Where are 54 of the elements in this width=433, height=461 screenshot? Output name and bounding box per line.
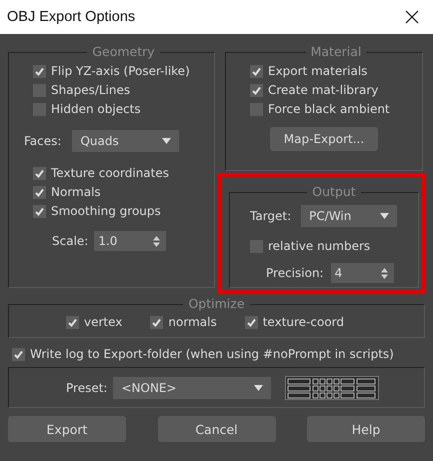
group-title: Optimize bbox=[187, 296, 246, 312]
preset-label: Preset: bbox=[66, 380, 108, 394]
checkbox[interactable] bbox=[150, 316, 164, 328]
faces-dropdown[interactable]: Quads bbox=[72, 130, 180, 152]
checkbox[interactable] bbox=[33, 64, 46, 78]
checkbox[interactable] bbox=[250, 84, 263, 96]
precision-spinner[interactable]: 4 bbox=[330, 263, 394, 283]
target-dropdown[interactable]: PC/Win bbox=[301, 205, 398, 227]
checkbox-label: Export materials bbox=[268, 64, 368, 78]
dropdown-arrow-icon bbox=[380, 213, 390, 219]
checkbox[interactable] bbox=[33, 204, 46, 218]
checkbox-label: Hidden objects bbox=[51, 102, 141, 116]
map-export-button[interactable]: Map-Export... bbox=[270, 127, 378, 151]
checkbox[interactable] bbox=[33, 102, 46, 116]
checkbox[interactable] bbox=[33, 186, 46, 198]
checkbox[interactable] bbox=[66, 316, 79, 328]
target-label: Target: bbox=[250, 209, 292, 223]
checkbox[interactable] bbox=[244, 316, 258, 328]
precision-label: Precision: bbox=[266, 266, 324, 280]
group-title: Output bbox=[311, 184, 357, 200]
window-title: OBJ Export Options bbox=[7, 9, 136, 25]
checkbox-label: Texture coordinates bbox=[51, 166, 169, 180]
checkbox[interactable] bbox=[250, 64, 263, 78]
group-title: Material bbox=[310, 44, 362, 60]
scale-label: Scale: bbox=[52, 234, 88, 248]
preset-dropdown[interactable]: <NONE> bbox=[113, 376, 272, 398]
dialog-button[interactable]: Help bbox=[307, 416, 425, 442]
checkbox[interactable] bbox=[250, 102, 263, 116]
scale-spinner[interactable]: 1.0 bbox=[94, 231, 166, 251]
checkbox-label: texture-coord bbox=[262, 315, 344, 329]
checkbox-label: Force black ambient bbox=[268, 102, 390, 116]
checkbox-label: Smoothing groups bbox=[51, 204, 161, 218]
checkbox-label: normals bbox=[168, 315, 217, 329]
checkbox[interactable] bbox=[250, 240, 263, 252]
checkbox-label: Flip YZ-axis (Poser-like) bbox=[51, 64, 190, 78]
checkbox[interactable] bbox=[33, 84, 46, 96]
checkbox-label: Normals bbox=[51, 185, 101, 199]
close-icon[interactable] bbox=[405, 10, 419, 24]
spinner-arrows-icon bbox=[380, 268, 388, 278]
checkbox[interactable] bbox=[33, 166, 46, 180]
dialog-button[interactable]: Cancel bbox=[158, 416, 276, 442]
checkbox-label: Create mat-library bbox=[268, 83, 378, 97]
faces-label: Faces: bbox=[24, 134, 62, 148]
dropdown-arrow-icon bbox=[162, 138, 172, 144]
spinner-arrows-icon bbox=[153, 236, 160, 246]
dropdown-arrow-icon bbox=[254, 384, 264, 390]
checkbox-label: relative numbers bbox=[268, 239, 370, 253]
dialog-button[interactable]: Export bbox=[8, 416, 126, 442]
group-title: Geometry bbox=[91, 44, 156, 60]
layout-grid-icon[interactable] bbox=[285, 376, 380, 400]
checkbox[interactable] bbox=[12, 348, 25, 360]
checkbox-label: Write log to Export-folder (when using #noPrompt in scripts) bbox=[30, 347, 394, 361]
checkbox-label: vertex bbox=[84, 315, 122, 329]
checkbox-label: Shapes/Lines bbox=[51, 83, 130, 97]
